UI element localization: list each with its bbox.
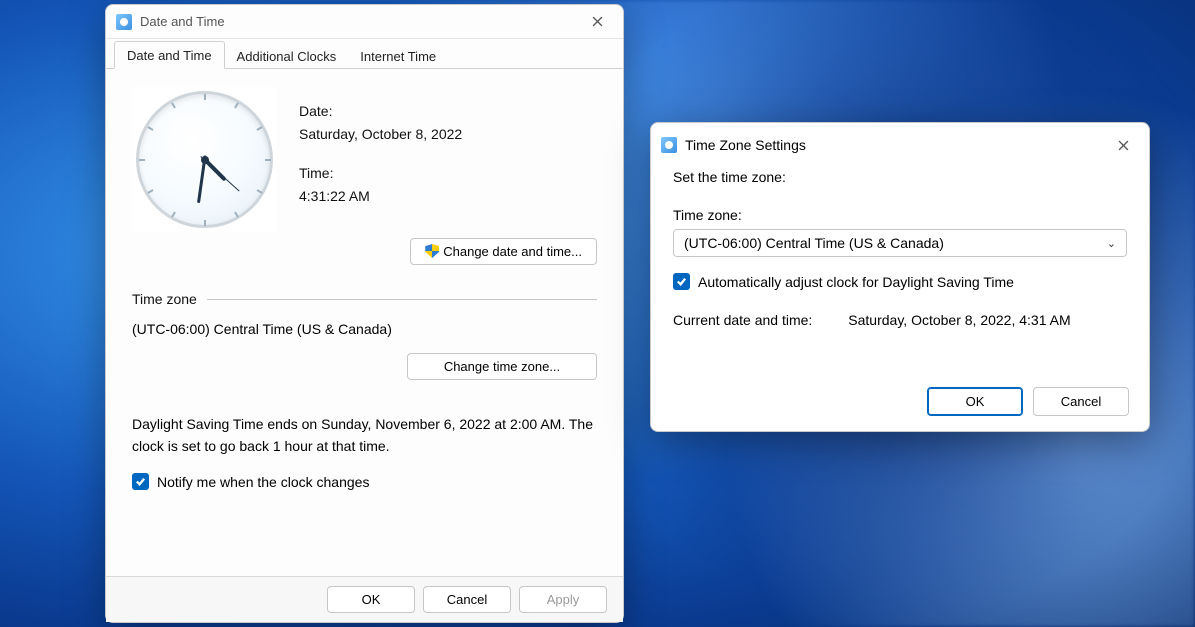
analog-clock: [132, 87, 277, 232]
date-time-icon: [116, 14, 132, 30]
window-title: Time Zone Settings: [685, 137, 806, 153]
cancel-button[interactable]: Cancel: [423, 586, 511, 613]
auto-dst-label: Automatically adjust clock for Daylight …: [698, 274, 1014, 290]
titlebar[interactable]: Date and Time: [106, 5, 623, 39]
tab-date-and-time[interactable]: Date and Time: [114, 41, 225, 69]
time-zone-label: Time zone:: [673, 207, 1127, 223]
titlebar[interactable]: Time Zone Settings: [651, 123, 1149, 163]
close-button[interactable]: [577, 8, 617, 36]
change-date-time-label: Change date and time...: [443, 244, 582, 259]
change-date-time-button[interactable]: Change date and time...: [410, 238, 597, 265]
uac-shield-icon: [425, 244, 439, 258]
date-label: Date:: [299, 101, 462, 122]
tab-strip: Date and Time Additional Clocks Internet…: [106, 39, 623, 69]
time-zone-icon: [661, 137, 677, 153]
auto-dst-checkbox[interactable]: [673, 273, 690, 290]
auto-dst-checkbox-row[interactable]: Automatically adjust clock for Daylight …: [673, 273, 1127, 290]
time-zone-heading: Time zone: [132, 291, 197, 307]
time-zone-settings-window: Time Zone Settings Set the time zone: Ti…: [650, 122, 1150, 432]
chevron-down-icon: ⌄: [1107, 237, 1116, 250]
ok-button[interactable]: OK: [927, 387, 1023, 416]
tab-internet-time[interactable]: Internet Time: [348, 43, 448, 69]
divider: [207, 299, 597, 300]
time-zone-selected: (UTC-06:00) Central Time (US & Canada): [684, 235, 944, 251]
current-datetime-label: Current date and time:: [673, 312, 812, 328]
close-icon: [1118, 140, 1129, 151]
notify-checkbox[interactable]: [132, 473, 149, 490]
ok-button[interactable]: OK: [327, 586, 415, 613]
time-label: Time:: [299, 163, 462, 184]
dialog-footer: OK Cancel: [651, 371, 1149, 431]
notify-label: Notify me when the clock changes: [157, 474, 369, 490]
dst-info-text: Daylight Saving Time ends on Sunday, Nov…: [132, 414, 597, 457]
date-value: Saturday, October 8, 2022: [299, 124, 462, 145]
time-zone-value: (UTC-06:00) Central Time (US & Canada): [132, 321, 597, 337]
checkmark-icon: [676, 276, 687, 287]
time-value: 4:31:22 AM: [299, 186, 462, 207]
time-zone-dropdown[interactable]: (UTC-06:00) Central Time (US & Canada) ⌄: [673, 229, 1127, 257]
close-button[interactable]: [1103, 131, 1143, 159]
notify-checkbox-row[interactable]: Notify me when the clock changes: [132, 473, 597, 490]
date-time-window: Date and Time Date and Time Additional C…: [105, 4, 624, 623]
tab-additional-clocks[interactable]: Additional Clocks: [225, 43, 349, 69]
change-time-zone-button[interactable]: Change time zone...: [407, 353, 597, 380]
apply-button: Apply: [519, 586, 607, 613]
set-time-zone-heading: Set the time zone:: [673, 169, 1127, 185]
current-datetime-value: Saturday, October 8, 2022, 4:31 AM: [848, 312, 1070, 328]
cancel-button[interactable]: Cancel: [1033, 387, 1129, 416]
dialog-footer: OK Cancel Apply: [106, 576, 623, 622]
checkmark-icon: [135, 476, 146, 487]
close-icon: [592, 16, 603, 27]
tab-content: Date: Saturday, October 8, 2022 Time: 4:…: [106, 69, 623, 490]
window-title: Date and Time: [140, 14, 225, 29]
